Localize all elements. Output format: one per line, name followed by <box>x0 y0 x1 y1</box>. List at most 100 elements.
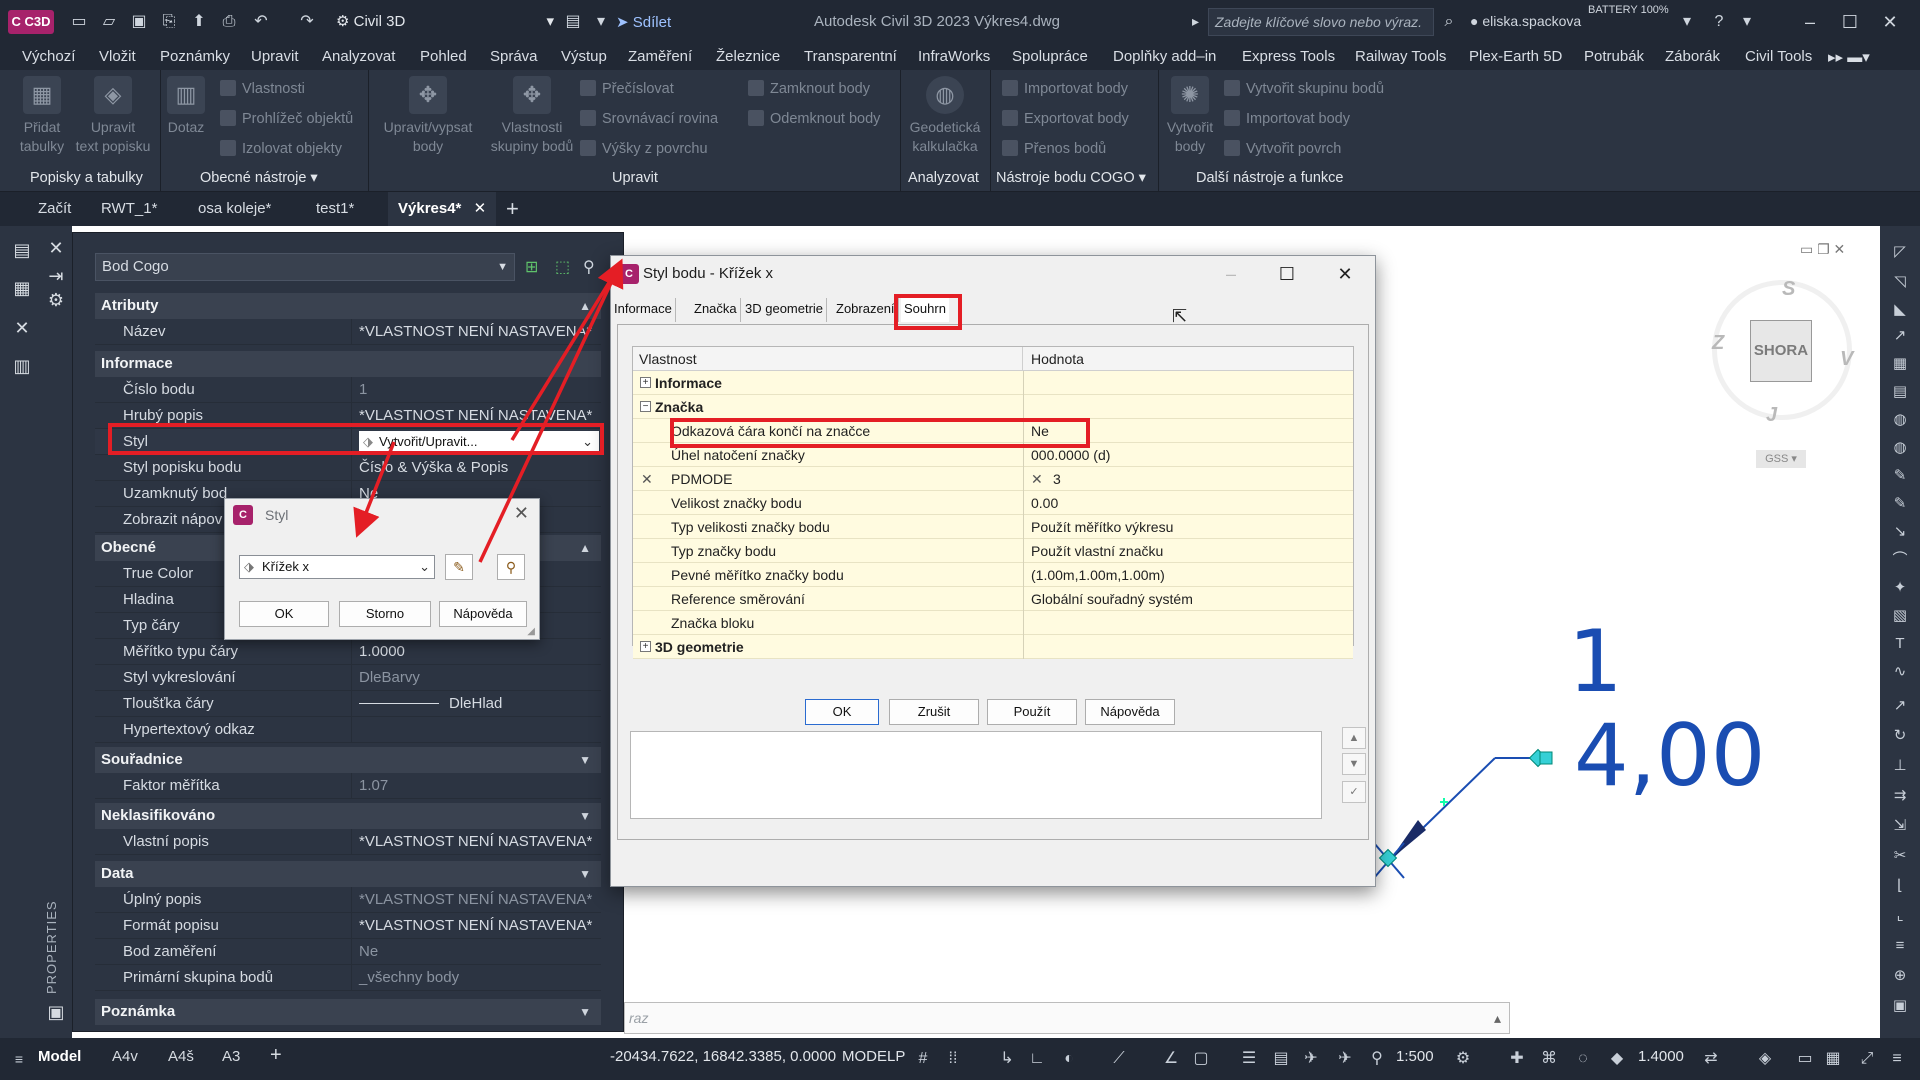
table-row[interactable]: Reference směrování Globální souřadný sy… <box>633 587 1353 611</box>
description-area[interactable] <box>630 731 1322 819</box>
cancel-button[interactable]: Zrušit <box>889 699 979 725</box>
hatch-icon[interactable]: ▧ <box>1890 606 1910 626</box>
table-row[interactable]: Velikost značky bodu 0.00 <box>633 491 1353 515</box>
workspace-icon[interactable]: ⇄ <box>1700 1048 1722 1070</box>
tab-zobrazeni[interactable]: Zobrazení <box>833 298 899 322</box>
menu-icon[interactable]: ≡ <box>8 1048 30 1070</box>
layout-tab-a4v[interactable]: A4v <box>112 1048 138 1065</box>
isodraft-icon[interactable]: ⟋ <box>1108 1048 1130 1070</box>
label-grip-square[interactable] <box>1539 751 1553 765</box>
tab-znacka[interactable]: Značka <box>691 298 741 322</box>
stretch-icon[interactable]: ⇲ <box>1890 816 1910 836</box>
nav-icon[interactable]: ↗ <box>1890 326 1910 346</box>
annotation-scale-icon[interactable]: ⚲ <box>1366 1048 1388 1070</box>
tab-3d-geometrie[interactable]: 3D geometrie <box>742 298 828 322</box>
globe-icon-2[interactable]: ◍ <box>1890 438 1910 458</box>
ok-button[interactable]: OK <box>239 601 329 627</box>
filter-icon[interactable]: ▼ <box>1342 753 1366 775</box>
grid-icon[interactable]: ▦ <box>1890 354 1910 374</box>
help-button[interactable]: Nápověda <box>1085 699 1175 725</box>
trim-icon[interactable]: ✂ <box>1890 846 1910 866</box>
maximize-button[interactable]: ☐ <box>1265 260 1309 288</box>
measure-icon[interactable]: ⊥ <box>1890 756 1910 776</box>
zoom-icon[interactable]: ◹ <box>1890 272 1910 292</box>
clean-screen-icon[interactable]: ▭ <box>1794 1048 1816 1070</box>
collapse-icon[interactable]: − <box>640 401 651 412</box>
annotation-visibility-icon[interactable]: ✈ <box>1300 1048 1322 1070</box>
block-icon[interactable]: ▣ <box>1890 996 1910 1016</box>
globe-icon[interactable]: ◍ <box>1890 410 1910 430</box>
offset-icon[interactable]: ⇉ <box>1890 786 1910 806</box>
orbit-icon[interactable]: ◣ <box>1890 300 1910 320</box>
rotate-icon[interactable]: ↻ <box>1890 726 1910 746</box>
layout-tab-model[interactable]: Model <box>38 1048 81 1065</box>
point-icon[interactable]: ✦ <box>1890 578 1910 598</box>
table-row[interactable]: Pevné měřítko značky bodu (1.00m,1.00m,1… <box>633 563 1353 587</box>
hardware-accel-icon[interactable]: ◌ <box>1572 1048 1594 1070</box>
chamfer-icon[interactable]: ⌞ <box>1890 906 1910 926</box>
ok-button[interactable]: OK <box>805 699 879 725</box>
expand-icon[interactable]: + <box>640 377 651 388</box>
auto-scale-icon[interactable]: ✈ <box>1334 1048 1356 1070</box>
space-toggle[interactable]: MODELP <box>842 1048 905 1065</box>
arc-icon[interactable]: ⌒ <box>1890 550 1910 570</box>
table-row[interactable]: Typ velikosti značky bodu Použít měřítko… <box>633 515 1353 539</box>
layer-state-icon[interactable]: ◆ <box>1606 1048 1628 1070</box>
apply-button[interactable]: Použít <box>987 699 1077 725</box>
fullscreen-icon[interactable]: ⤢ <box>1856 1048 1878 1070</box>
calc-icon[interactable]: ▤ <box>1890 382 1910 402</box>
lineweight-icon[interactable]: ☰ <box>1238 1048 1260 1070</box>
table-row[interactable]: Značka bloku <box>633 611 1353 635</box>
align-icon[interactable]: ≡ <box>1890 936 1910 956</box>
grid-display-icon[interactable]: # <box>912 1048 934 1070</box>
column-header-property[interactable]: Vlastnost <box>633 347 1023 371</box>
osnap-icon[interactable]: ▢ <box>1190 1048 1212 1070</box>
gear-icon[interactable]: ⚙ <box>1452 1048 1474 1070</box>
isolate-icon[interactable]: ⌘ <box>1538 1048 1560 1070</box>
group-row-informace[interactable]: + Informace <box>633 371 1353 395</box>
fillet-icon[interactable]: ⌊ <box>1890 876 1910 896</box>
sort-icon[interactable]: ▲ <box>1342 727 1366 749</box>
style-select[interactable]: ⬗ Křížek x ⌄ <box>239 555 435 579</box>
check-icon[interactable]: ✓ <box>1342 781 1366 803</box>
group-row-znacka[interactable]: − Značka <box>633 395 1353 419</box>
customize-icon[interactable]: ▦ <box>1822 1048 1844 1070</box>
pan-icon[interactable]: ◸ <box>1890 242 1910 262</box>
storno-button[interactable]: Storno <box>339 601 431 627</box>
edit-style-button[interactable]: ✎ <box>445 554 473 580</box>
tab-informace[interactable]: Informace <box>611 298 676 322</box>
layout-tab-a3[interactable]: A3 <box>222 1048 240 1065</box>
style-details-button[interactable]: ⚲ <box>497 554 525 580</box>
edit-icon-2[interactable]: ✎ <box>1890 494 1910 514</box>
group-row-3d-geometrie[interactable]: + 3D geometrie <box>633 635 1353 659</box>
help-button[interactable]: Nápověda <box>439 601 527 627</box>
menu-icon[interactable]: ≡ <box>1886 1048 1908 1070</box>
column-header-value[interactable]: Hodnota <box>1023 347 1353 371</box>
close-icon[interactable]: ✕ <box>514 503 529 524</box>
infer-icon[interactable]: ↳ <box>996 1048 1018 1070</box>
plus-icon[interactable]: ✚ <box>1506 1048 1528 1070</box>
otrack-icon[interactable]: ∠ <box>1160 1048 1182 1070</box>
tag-icon[interactable]: ◈ <box>1754 1048 1776 1070</box>
resize-grip[interactable]: ◢ <box>527 626 535 637</box>
snap-mode-icon[interactable]: ⁞⁞ <box>942 1048 964 1070</box>
close-button[interactable]: ✕ <box>1323 260 1367 288</box>
curve-icon[interactable]: ∿ <box>1890 662 1910 682</box>
table-row[interactable]: ✕ PDMODE ✕ 3 <box>633 467 1353 491</box>
command-line-input[interactable]: raz ▴ <box>624 1002 1510 1034</box>
new-layout-button[interactable]: + <box>270 1044 282 1067</box>
lineweight-value[interactable]: 1.4000 <box>1638 1048 1684 1065</box>
table-row[interactable]: Typ značky bodu Použít vlastní značku <box>633 539 1353 563</box>
edit-icon[interactable]: ✎ <box>1890 466 1910 486</box>
layout-tab-a4s[interactable]: A4š <box>168 1048 194 1065</box>
xref-icon[interactable]: ⊕ <box>1890 966 1910 986</box>
chevron-up-icon[interactable]: ▴ <box>1494 1003 1501 1033</box>
polar-icon[interactable]: ◐ <box>1058 1048 1080 1070</box>
line-icon[interactable]: ↘ <box>1890 522 1910 542</box>
ortho-icon[interactable]: ∟ <box>1026 1048 1048 1070</box>
transparency-icon[interactable]: ▤ <box>1270 1048 1292 1070</box>
arrow-icon[interactable]: ↗ <box>1890 696 1910 716</box>
annotation-scale[interactable]: 1:500 <box>1396 1048 1434 1065</box>
cursor-coordinates[interactable]: -20434.7622, 16842.3385, 0.0000 <box>610 1048 836 1065</box>
expand-icon[interactable]: + <box>640 641 651 652</box>
